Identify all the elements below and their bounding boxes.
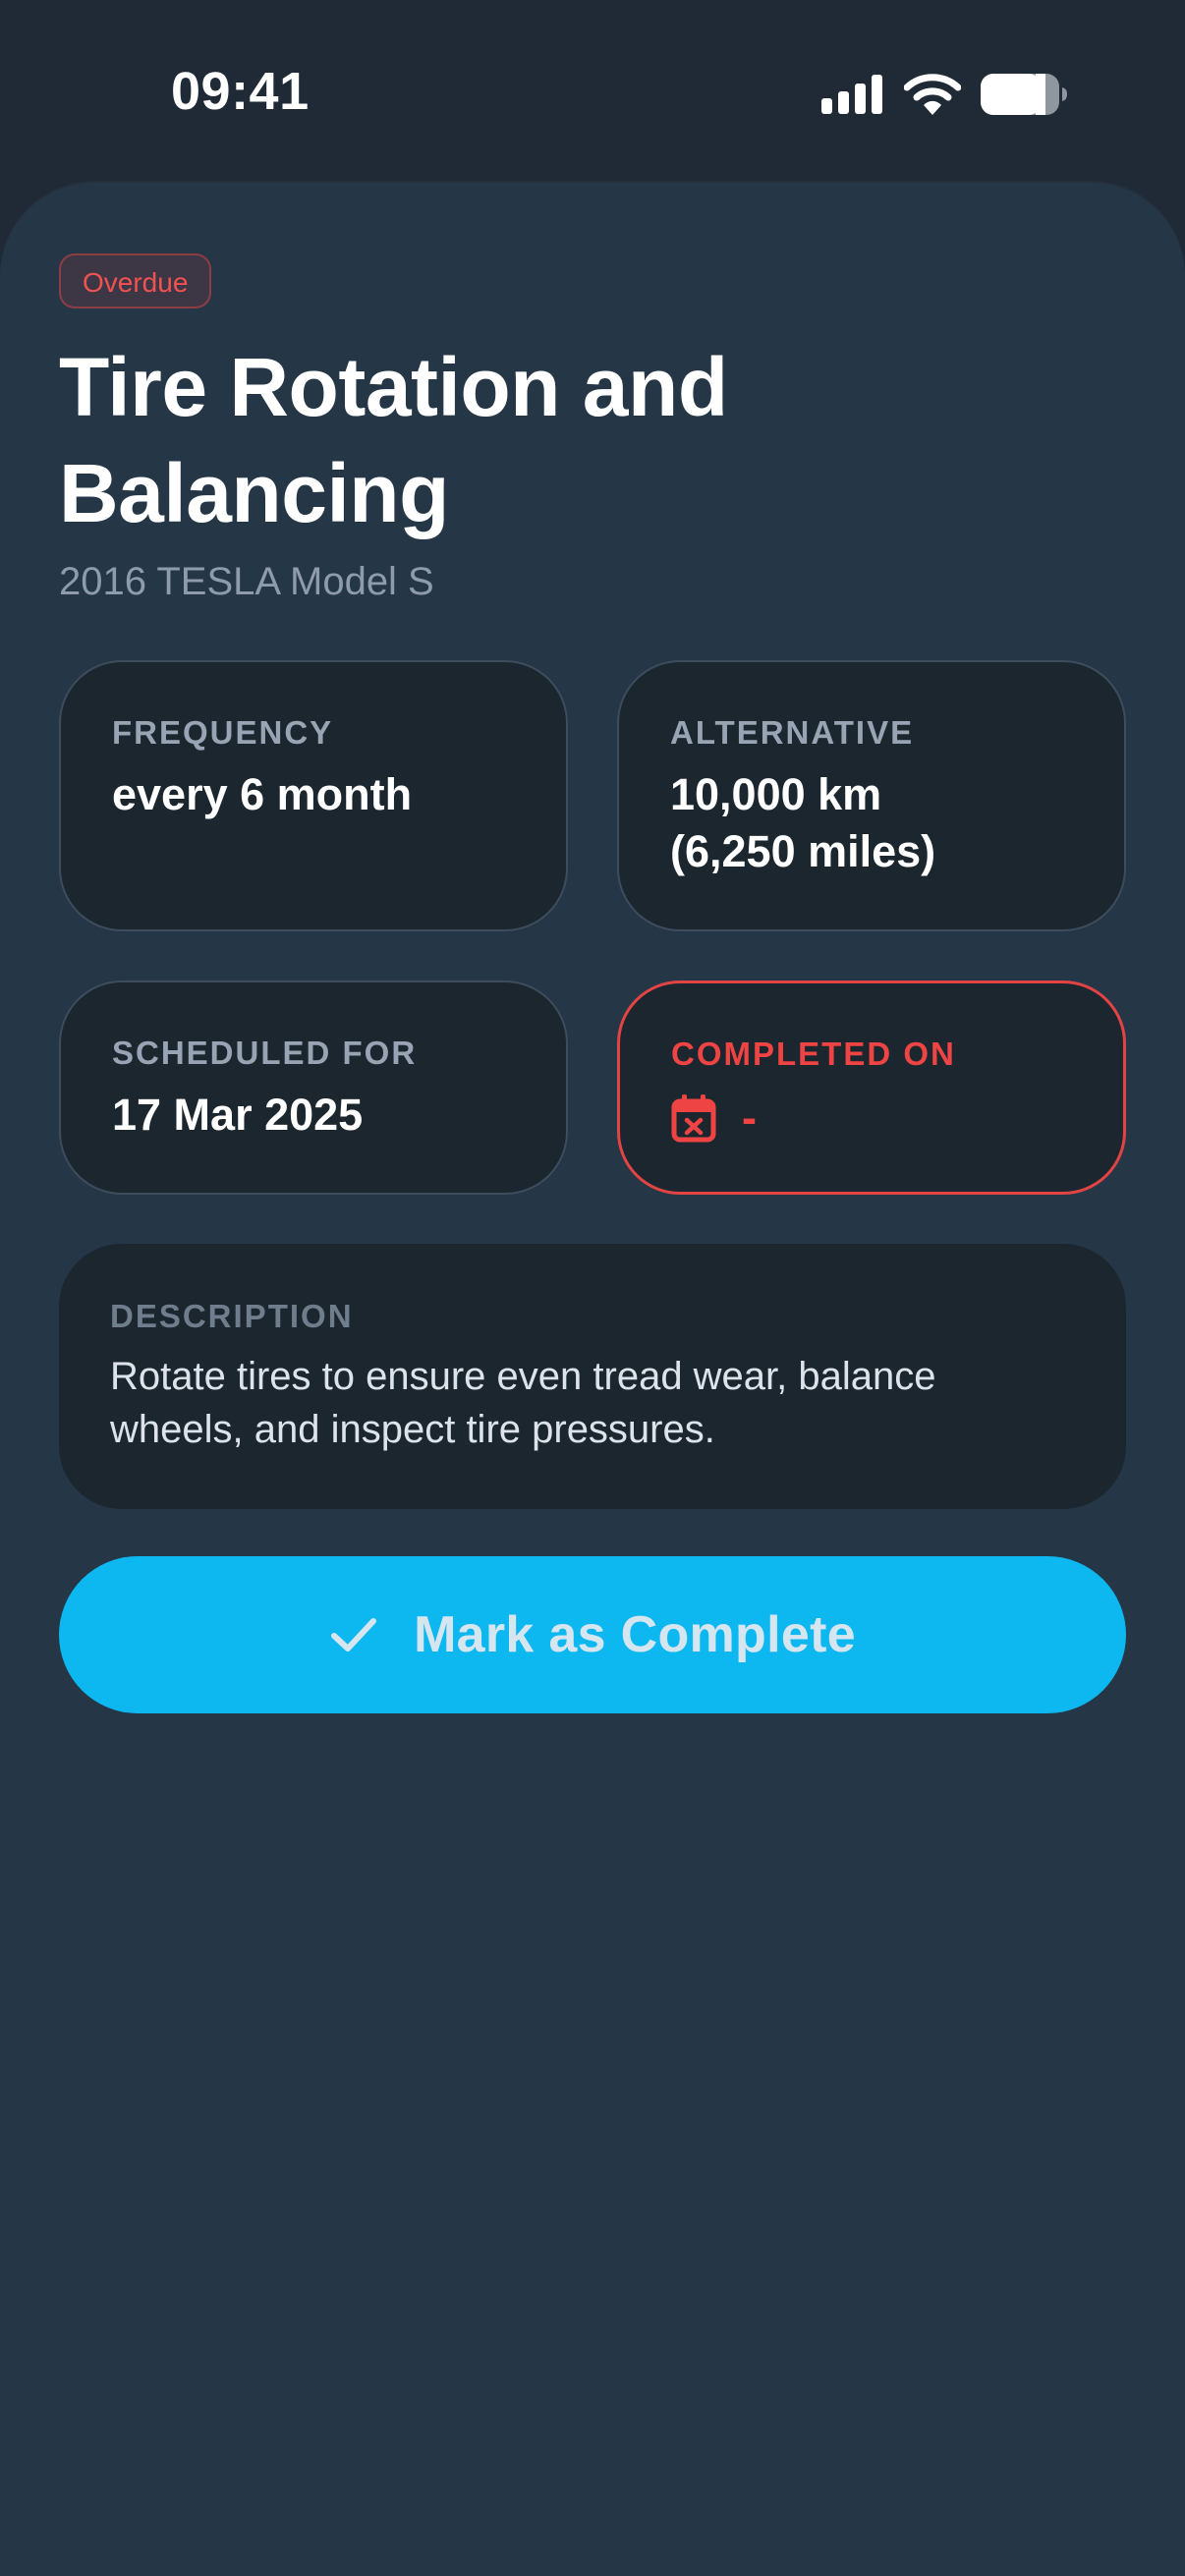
- status-time: 09:41: [171, 62, 310, 121]
- mark-complete-button[interactable]: Mark as Complete: [59, 1556, 1126, 1713]
- cellular-signal-icon: [821, 75, 882, 114]
- task-detail-sheet: Overdue Tire Rotation and Balancing 2016…: [0, 183, 1185, 2576]
- mark-complete-label: Mark as Complete: [414, 1606, 856, 1663]
- description-label: DESCRIPTION: [110, 1298, 354, 1334]
- alternative-value-miles: (6,250 miles): [670, 826, 936, 876]
- frequency-card: FREQUENCY every 6 month: [59, 660, 568, 931]
- task-title: Tire Rotation and Balancing: [59, 341, 728, 539]
- description-text: Rotate tires to ensure even tread wear, …: [110, 1355, 936, 1451]
- completed-card[interactable]: COMPLETED ON -: [617, 980, 1126, 1195]
- status-bar: 09:41: [0, 0, 1185, 183]
- overdue-status-badge: Overdue: [59, 253, 212, 308]
- wifi-icon: [904, 74, 961, 115]
- completed-label: COMPLETED ON: [671, 1036, 956, 1072]
- vehicle-subtitle: 2016 TESLA Model S: [59, 560, 434, 603]
- scheduled-label: SCHEDULED FOR: [112, 1035, 418, 1071]
- description-card: DESCRIPTION Rotate tires to ensure even …: [59, 1244, 1126, 1509]
- battery-icon: [981, 74, 1067, 115]
- alternative-card: ALTERNATIVE 10,000 km (6,250 miles): [617, 660, 1126, 931]
- frequency-label: FREQUENCY: [112, 714, 334, 751]
- scheduled-card: SCHEDULED FOR 17 Mar 2025: [59, 980, 568, 1195]
- alternative-value: 10,000 km (6,250 miles): [670, 766, 1073, 880]
- scheduled-value: 17 Mar 2025: [112, 1090, 364, 1140]
- completed-value: -: [742, 1092, 757, 1143]
- completed-value-row: -: [671, 1090, 1072, 1147]
- check-icon: [331, 1618, 377, 1652]
- status-icons: [821, 71, 1067, 118]
- frequency-value: every 6 month: [112, 769, 413, 819]
- alternative-label: ALTERNATIVE: [670, 714, 915, 751]
- maintenance-task-screen: 09:41 Overdue Tire Rotation and Balancin…: [0, 0, 1185, 2576]
- alternative-value-km: 10,000 km: [670, 769, 882, 819]
- calendar-x-icon: [671, 1094, 716, 1143]
